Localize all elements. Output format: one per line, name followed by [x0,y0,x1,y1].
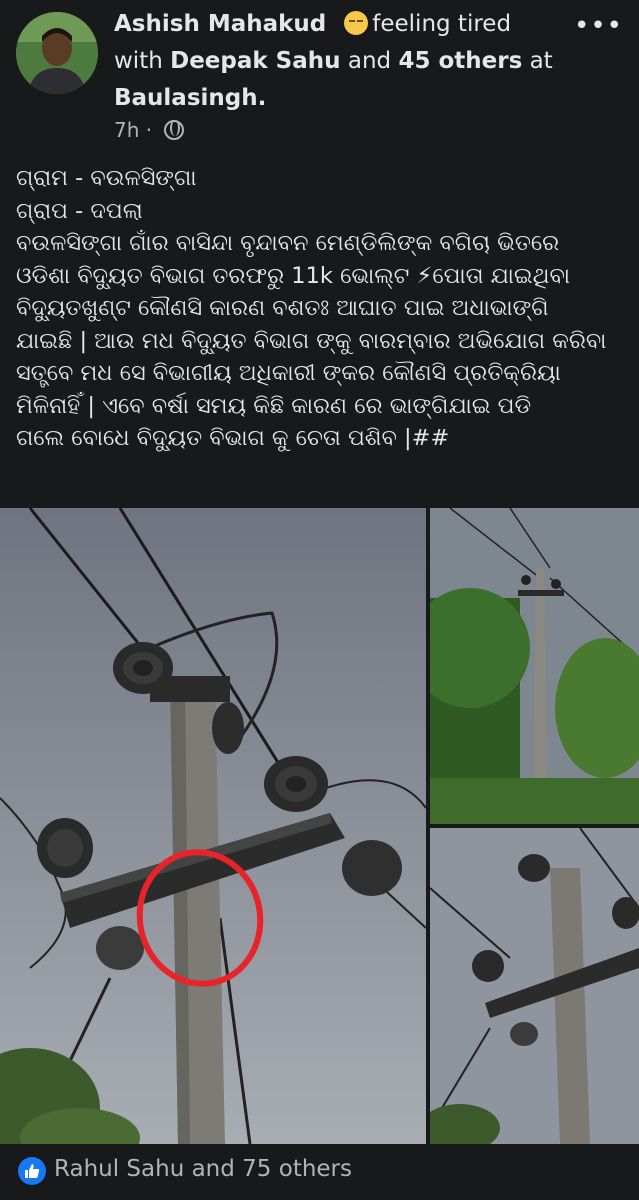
reactions-bar[interactable]: Rahul Sahu and 75 others [0,1144,639,1200]
feeling-emoji-icon [344,11,369,35]
tagged-others[interactable]: 45 others [398,48,522,74]
like-icon [18,1157,46,1185]
more-icon[interactable]: ••• [574,13,623,39]
post-line: ବିଦ୍ୟୁତଖୁଣ୍ଟ କୌଣସି କାରଣ ବଶତଃ ଆଘାତ ପାଇ ଅଧ… [16,295,549,321]
post-header: Ashish Mahakud feeling tired with Deepak … [0,0,639,150]
globe-icon [164,120,185,140]
author-name[interactable]: Ashish Mahakud [114,11,326,37]
with-word: with [114,48,163,74]
and-word: and [347,48,392,74]
meta-separator: · [145,118,153,142]
location-link[interactable]: Baulasingh. [114,85,266,111]
at-word: at [529,48,553,74]
post-line: ଯାଇଛି | ଆଉ ମଧ ବିଦ୍ୟୁତ ବିଭାଗ ଙ୍କୁ ବାରମ୍ବା… [16,327,607,354]
photo-grid [0,508,639,1144]
photo-pole-angle[interactable] [430,828,639,1144]
reactions-count[interactable]: Rahul Sahu and 75 others [54,1156,352,1182]
post-line: ବଉଳସିଙ୍ଗା ଗାଁର ବାସିନ୍ଦା ବୃନ୍ଦାବନ ମେଣ୍ଡିଲ… [16,230,560,256]
post-line: ଗ୍ରାମ - ବଉଳସିଙ୍ଗା [16,165,197,191]
photo-pole-closeup[interactable] [0,508,426,1144]
post-line: ସତ୍ତ୍ବେ ମଧ ସେ ବିଭାଗୀୟ ଅଧିକାରୀ ଙ୍କର କୌଣସି… [16,360,561,386]
post-header-text: Ashish Mahakud feeling tired with Deepak … [114,6,584,117]
post-line: ଗଲେ ବୋଧେ ବିଦ୍ୟୁତ ବିଭାଗ କୁ ଚେତା ପଶିବ |## [16,425,450,451]
post-line: ଗ୍ରାପ - ଦପଲା [16,197,143,224]
post-text: ଗ୍ରାମ - ବଉଳସିଙ୍ଗା ଗ୍ରାପ - ଦପଲା ବଉଳସିଙ୍ଗା… [16,162,628,455]
post-meta: 7h · [114,118,185,142]
feeling-text: feeling tired [372,11,512,37]
post-time[interactable]: 7h [114,118,139,142]
post-line: ଓଡିଶା ବିଦ୍ୟୁତ ବିଭାଗ ତରଫରୁ 11k ଭୋଲ୍ଟ ⚡ପୋତ… [16,262,570,289]
post-line: ମିଳିନାହିଁ | ଏବେ ବର୍ଷା ସମୟ କିଛି କାରଣ ରେ ଭ… [16,392,532,419]
photo-pole-wide[interactable] [430,508,639,824]
tagged-friend[interactable]: Deepak Sahu [170,48,340,74]
avatar[interactable] [16,12,98,94]
